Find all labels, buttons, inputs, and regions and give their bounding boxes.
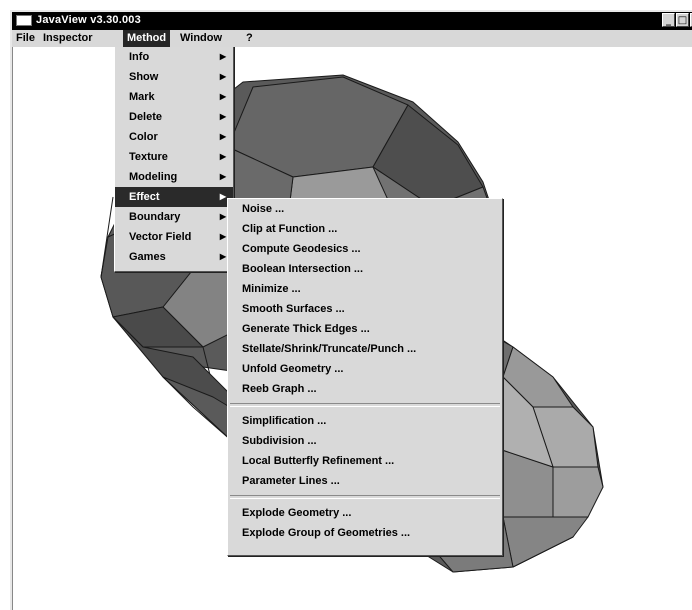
app-icon	[16, 15, 32, 26]
method-menu: Info ▶ Show ▶ Mark ▶ Delete ▶ Color ▶ Texture…	[114, 47, 234, 272]
method-menu-item[interactable]: Modeling ▶	[115, 167, 233, 187]
effect-menu-item[interactable]: Simplification ...	[228, 411, 502, 431]
method-menu-item[interactable]: Vector Field ▶	[115, 227, 233, 247]
menu-separator	[230, 403, 500, 407]
title-bar[interactable]: JavaView v3.30.003 _ □ ×	[12, 12, 692, 30]
submenu-arrow-icon: ▶	[219, 72, 226, 81]
menu-item-label: Effect	[129, 191, 160, 203]
menu-item-label: Info	[129, 51, 150, 63]
effect-menu-item[interactable]: Unfold Geometry ...	[228, 359, 502, 379]
effect-submenu: Noise ... Clip at Function ... Compute G…	[227, 198, 503, 556]
effect-menu-item[interactable]: Noise ...	[228, 199, 502, 219]
menu-inspector[interactable]: Inspector	[39, 30, 97, 47]
menu-bar: File Inspector Method Window ?	[12, 30, 692, 47]
method-menu-item[interactable]: Show ▶	[115, 67, 233, 87]
menu-separator	[230, 495, 500, 499]
menu-item-label: Mark	[129, 91, 155, 103]
menu-item-label: Games	[129, 251, 166, 263]
submenu-arrow-icon: ▶	[219, 172, 226, 181]
menu-method[interactable]: Method	[123, 30, 171, 47]
effect-menu-item[interactable]: Reeb Graph ...	[228, 379, 502, 399]
menu-help[interactable]: ?	[242, 30, 257, 47]
effect-menu-item[interactable]: Subdivision ...	[228, 431, 502, 451]
effect-menu-item[interactable]: Compute Geodesics ...	[228, 239, 502, 259]
effect-menu-item[interactable]: Smooth Surfaces ...	[228, 299, 502, 319]
method-menu-item[interactable]: Boundary ▶	[115, 207, 233, 227]
submenu-arrow-icon: ▶	[219, 192, 226, 201]
method-menu-item[interactable]: Delete ▶	[115, 107, 233, 127]
menu-item-label: Boundary	[129, 211, 181, 223]
menu-file[interactable]: File	[12, 30, 39, 47]
submenu-arrow-icon: ▶	[219, 132, 226, 141]
effect-menu-item[interactable]: Explode Group of Geometries ...	[228, 523, 502, 543]
method-menu-item[interactable]: Color ▶	[115, 127, 233, 147]
effect-menu-item[interactable]: Boolean Intersection ...	[228, 259, 502, 279]
submenu-arrow-icon: ▶	[219, 212, 226, 221]
method-menu-item[interactable]: Games ▶	[115, 247, 233, 267]
minimize-button[interactable]: _	[662, 13, 675, 27]
menu-item-label: Vector Field	[129, 231, 192, 243]
method-menu-item[interactable]: Texture ▶	[115, 147, 233, 167]
effect-menu-item[interactable]: Generate Thick Edges ...	[228, 319, 502, 339]
submenu-arrow-icon: ▶	[219, 152, 226, 161]
effect-menu-item[interactable]: Local Butterfly Refinement ...	[228, 451, 502, 471]
effect-menu-item[interactable]: Parameter Lines ...	[228, 471, 502, 491]
method-menu-item-effect[interactable]: Effect ▶	[115, 187, 233, 207]
geometry-viewport[interactable]: Info ▶ Show ▶ Mark ▶ Delete ▶ Color ▶ Texture…	[12, 47, 692, 610]
effect-menu-item[interactable]: Minimize ...	[228, 279, 502, 299]
submenu-arrow-icon: ▶	[219, 252, 226, 261]
effect-menu-item[interactable]: Explode Geometry ...	[228, 503, 502, 523]
method-menu-item[interactable]: Info ▶	[115, 47, 233, 67]
window-title: JavaView v3.30.003	[36, 14, 141, 26]
effect-menu-item[interactable]: Clip at Function ...	[228, 219, 502, 239]
submenu-arrow-icon: ▶	[219, 232, 226, 241]
submenu-arrow-icon: ▶	[219, 52, 226, 61]
maximize-button[interactable]: □	[676, 13, 689, 27]
menu-item-label: Color	[129, 131, 158, 143]
submenu-arrow-icon: ▶	[219, 112, 226, 121]
menu-window[interactable]: Window	[176, 30, 226, 47]
method-menu-item[interactable]: Mark ▶	[115, 87, 233, 107]
app-window: JavaView v3.30.003 _ □ × File Inspector …	[10, 10, 692, 610]
menu-item-label: Texture	[129, 151, 168, 163]
menu-item-label: Show	[129, 71, 159, 83]
submenu-arrow-icon: ▶	[219, 92, 226, 101]
menu-item-label: Modeling	[129, 171, 178, 183]
effect-menu-item[interactable]: Stellate/Shrink/Truncate/Punch ...	[228, 339, 502, 359]
menu-item-label: Delete	[129, 111, 163, 123]
